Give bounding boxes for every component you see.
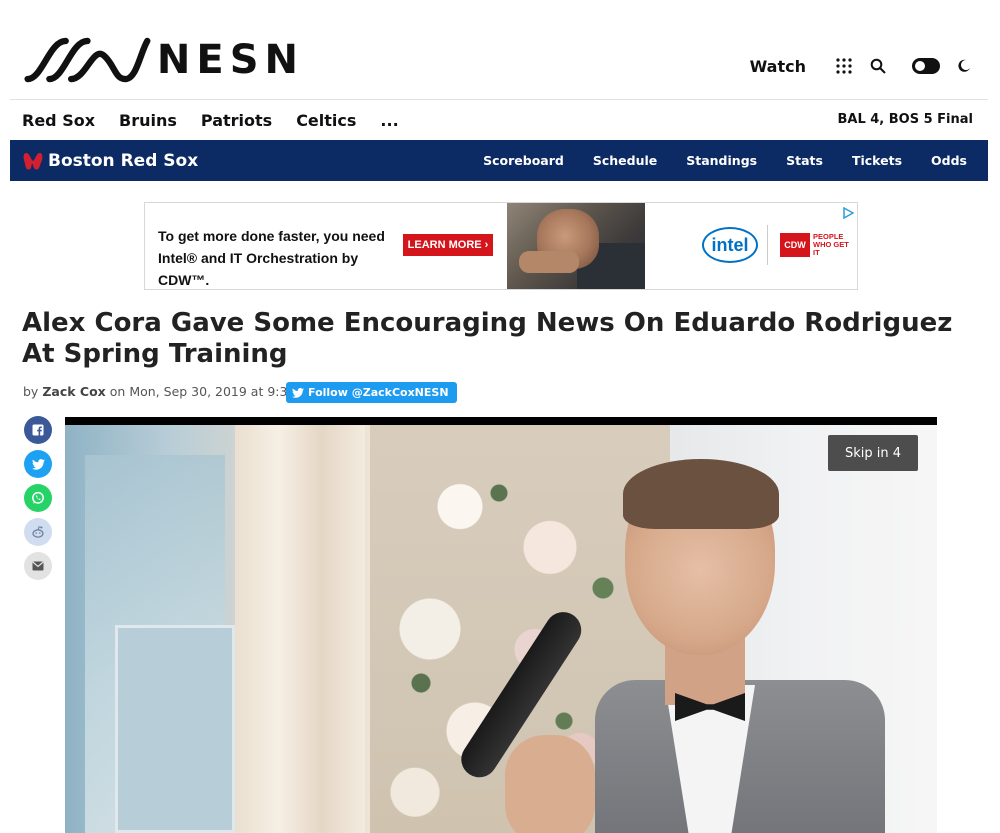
- cdw-tagline: PEOPLE WHO GET IT: [813, 232, 849, 257]
- team-bar: Boston Red Sox Scoreboard Schedule Stand…: [10, 140, 988, 181]
- share-bar: [24, 416, 52, 580]
- video-player[interactable]: [65, 417, 937, 833]
- logo-text: NESN: [156, 37, 304, 83]
- dark-mode-toggle[interactable]: [912, 58, 940, 74]
- site-header: NESN Watch: [0, 0, 1000, 100]
- whatsapp-icon: [32, 491, 44, 504]
- team-link-scoreboard[interactable]: Scoreboard: [483, 153, 564, 168]
- team-link-tickets[interactable]: Tickets: [852, 153, 902, 168]
- nesn-logo-mark-icon: [24, 37, 151, 83]
- moon-icon: [954, 56, 974, 76]
- byline-on: on: [109, 384, 126, 399]
- facebook-icon: [32, 424, 44, 436]
- share-whatsapp-button[interactable]: [24, 484, 52, 512]
- apps-grid-icon[interactable]: [834, 56, 854, 76]
- ad-learn-more-button[interactable]: LEARN MORE ›: [403, 234, 493, 256]
- nav-bruins[interactable]: Bruins: [119, 111, 177, 130]
- team-link-stats[interactable]: Stats: [786, 153, 823, 168]
- ad-logos: intel CDW PEOPLE WHO GET IT: [645, 203, 857, 289]
- ad-line-1: To get more done faster, you need: [158, 228, 385, 244]
- team-link-standings[interactable]: Standings: [686, 153, 757, 168]
- byline-by: by: [23, 384, 39, 399]
- video-frame: [65, 425, 937, 833]
- share-email-button[interactable]: [24, 552, 52, 580]
- watch-link[interactable]: Watch: [750, 57, 806, 76]
- follow-label: Follow @ZackCoxNESN: [308, 386, 449, 399]
- share-reddit-button[interactable]: [24, 518, 52, 546]
- intel-logo: intel: [702, 227, 758, 263]
- nav-more[interactable]: ...: [380, 111, 398, 130]
- twitter-follow-button[interactable]: Follow @ZackCoxNESN: [286, 382, 457, 403]
- team-links: Scoreboard Schedule Standings Stats Tick…: [483, 140, 967, 181]
- red-sox-logo-icon: [22, 150, 44, 172]
- score-ticker[interactable]: BAL 4, BOS 5 Final: [837, 112, 973, 127]
- cdw-logo: CDW: [780, 233, 810, 257]
- search-icon[interactable]: [868, 56, 888, 76]
- ad-line-2: Intel® and IT Orchestration by CDW™.: [158, 250, 359, 288]
- ad-photo: [507, 203, 647, 289]
- team-link-odds[interactable]: Odds: [931, 153, 967, 168]
- share-facebook-button[interactable]: [24, 416, 52, 444]
- ad-copy: To get more done faster, you need Intel®…: [158, 225, 388, 289]
- adchoices-icon[interactable]: [842, 204, 855, 220]
- ad-banner[interactable]: To get more done faster, you need Intel®…: [144, 202, 858, 290]
- reddit-icon: [32, 526, 44, 538]
- nesn-logo[interactable]: NESN: [24, 34, 304, 86]
- header-actions: Watch: [750, 56, 974, 76]
- nav-celtics[interactable]: Celtics: [296, 111, 356, 130]
- article-headline: Alex Cora Gave Some Encouraging News On …: [22, 308, 953, 369]
- twitter-bird-icon: [292, 387, 304, 398]
- byline: by Zack Cox on Mon, Sep 30, 2019 at 9:31…: [23, 384, 315, 399]
- nav-red-sox[interactable]: Red Sox: [22, 111, 95, 130]
- share-twitter-button[interactable]: [24, 450, 52, 478]
- sport-nav: Red Sox Bruins Patriots Celtics ... BAL …: [10, 100, 988, 140]
- author-name[interactable]: Zack Cox: [42, 384, 105, 399]
- team-link-schedule[interactable]: Schedule: [593, 153, 657, 168]
- skip-ad-button[interactable]: Skip in 4: [828, 435, 918, 471]
- twitter-icon: [31, 458, 45, 470]
- email-icon: [32, 561, 44, 571]
- team-name[interactable]: Boston Red Sox: [48, 151, 198, 171]
- nav-patriots[interactable]: Patriots: [201, 111, 272, 130]
